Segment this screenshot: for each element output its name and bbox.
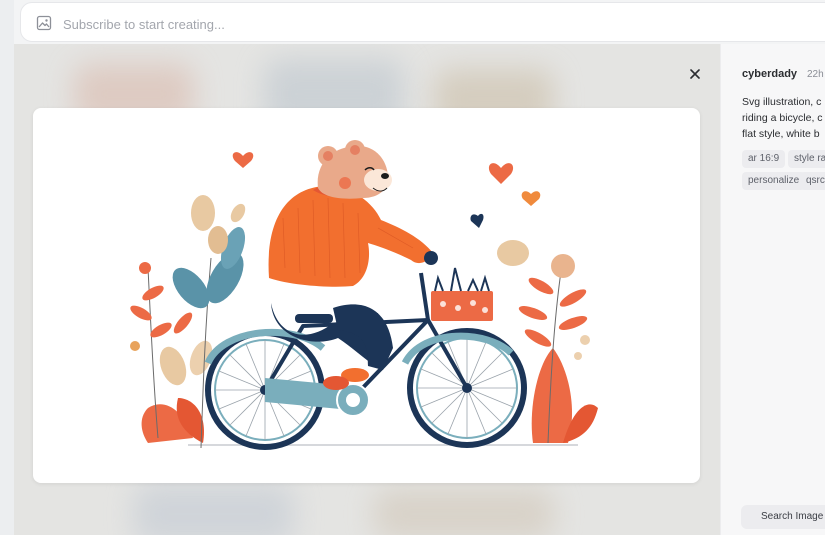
- search-image-button[interactable]: Search Image: [741, 505, 825, 529]
- close-button[interactable]: [686, 65, 704, 83]
- prompt-line: riding a bicycle, c: [742, 112, 823, 124]
- close-icon: [690, 69, 700, 79]
- generated-image[interactable]: [33, 108, 700, 483]
- param-chip[interactable]: ar 16:9: [742, 150, 786, 168]
- image-icon: [36, 15, 52, 31]
- author-name[interactable]: cyberdady: [742, 68, 797, 80]
- prompt-input[interactable]: [61, 11, 765, 37]
- post-time: 22h: [807, 69, 824, 80]
- prompt-line: flat style, white b: [742, 128, 820, 140]
- page-edge: [0, 0, 14, 535]
- param-chip[interactable]: personalize: [742, 172, 806, 190]
- details-panel: cyberdady 22h Svg illustration, c riding…: [720, 44, 825, 535]
- bear-on-bicycle-illustration: [130, 140, 598, 450]
- prompt-line: Svg illustration, c: [742, 96, 822, 108]
- prompt-bar[interactable]: [20, 2, 825, 42]
- param-chip[interactable]: qsrc: [800, 172, 825, 190]
- param-chip[interactable]: style ra: [788, 150, 825, 168]
- prompt-text: Svg illustration, c riding a bicycle, c …: [742, 94, 825, 142]
